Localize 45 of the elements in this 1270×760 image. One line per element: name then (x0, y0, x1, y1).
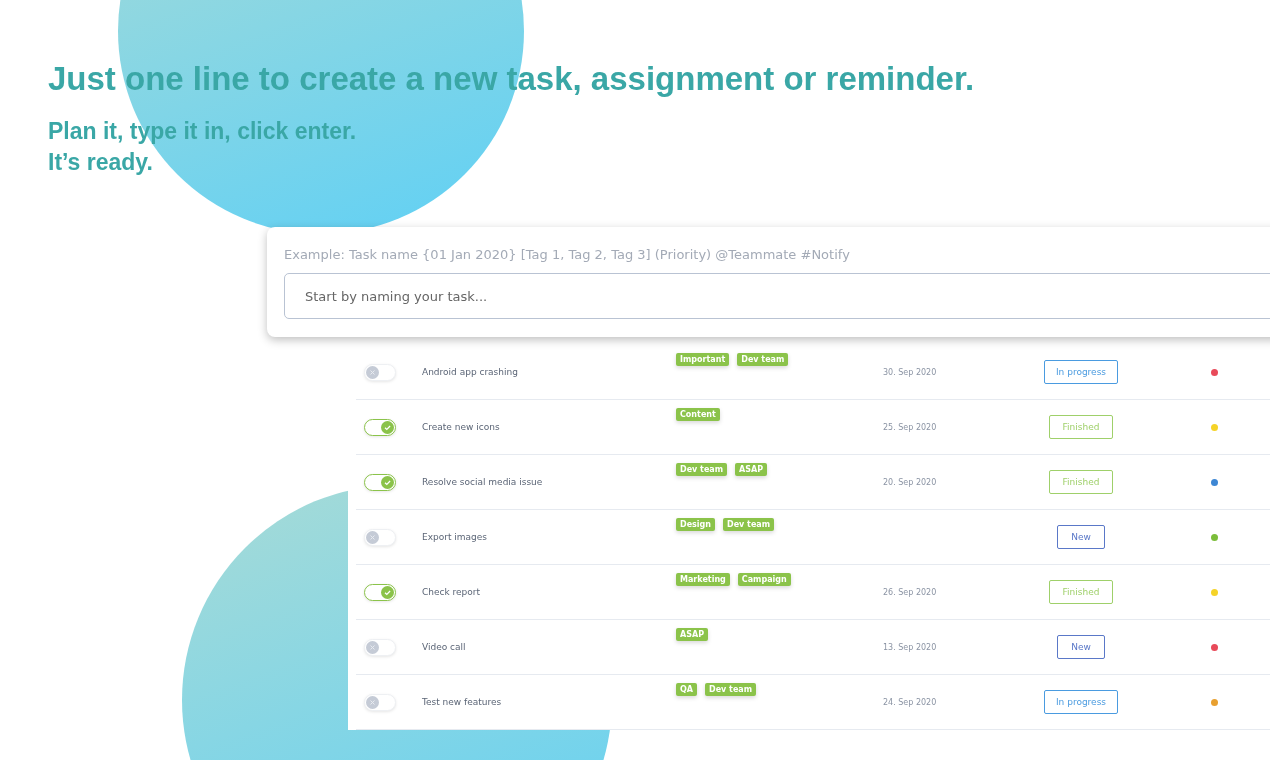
status-badge[interactable]: In progress (1044, 690, 1118, 714)
due-date: 13. Sep 2020 (883, 642, 938, 652)
status-badge[interactable]: Finished (1049, 470, 1113, 494)
task-name: Create new icons (422, 422, 501, 432)
status-badge[interactable]: New (1057, 525, 1105, 549)
due-date: 25. Sep 2020 (883, 422, 938, 432)
tag: Dev team (676, 463, 728, 476)
status-badge[interactable]: Finished (1049, 415, 1113, 439)
cross-knob-icon (366, 695, 379, 709)
task-name: Test new features (422, 697, 503, 707)
check-knob-icon (381, 420, 394, 434)
tag: Content (676, 408, 720, 421)
cross-knob-icon (366, 640, 379, 654)
tag: Dev team (723, 518, 775, 531)
task-name: Android app crashing (422, 367, 519, 377)
tag: Dev team (737, 353, 789, 366)
tag: Design (676, 518, 715, 531)
task-name: Video call (422, 642, 467, 652)
done-toggle[interactable] (364, 418, 396, 436)
cross-knob-icon (366, 530, 379, 544)
due-date: 30. Sep 2020 (883, 367, 938, 377)
task-name: Resolve social media issue (422, 477, 544, 487)
task-name: Check report (422, 587, 482, 597)
done-toggle[interactable] (364, 473, 396, 491)
due-date: 24. Sep 2020 (883, 697, 938, 707)
syntax-hint: Example: Task name {01 Jan 2020} [Tag 1, Tag 2, Tag 3] (Priority) @Teammate #Notify (284, 247, 851, 262)
tag: QA (676, 683, 697, 696)
check-knob-icon (381, 585, 394, 599)
tag: Important (676, 353, 730, 366)
subheadline: It’s ready. (48, 148, 154, 177)
due-date: 20. Sep 2020 (883, 477, 938, 487)
status-badge[interactable]: Finished (1049, 580, 1113, 604)
tag: ASAP (735, 463, 768, 476)
cross-knob-icon (366, 365, 379, 379)
check-knob-icon (381, 475, 394, 489)
status-badge[interactable]: New (1057, 635, 1105, 659)
task-name: Export images (422, 532, 489, 542)
done-toggle[interactable] (364, 583, 396, 601)
tag: Marketing (676, 573, 730, 586)
tag: Dev team (705, 683, 757, 696)
tag: ASAP (676, 628, 708, 641)
status-badge[interactable]: In progress (1044, 360, 1118, 384)
tag: Campaign (737, 573, 791, 586)
due-date: 26. Sep 2020 (883, 587, 938, 597)
task-input-field[interactable]: Start by naming your task... (284, 273, 1270, 319)
